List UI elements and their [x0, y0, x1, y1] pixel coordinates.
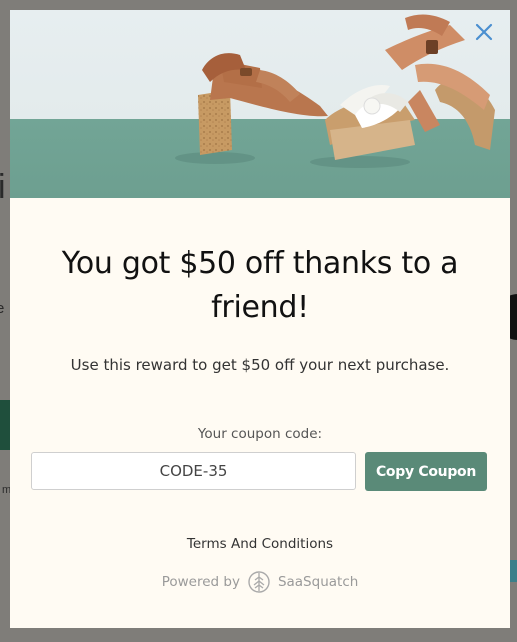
coupon-label: Your coupon code: [197, 426, 323, 442]
modal-title: You got $50 off thanks to a friend! [61, 246, 459, 325]
referral-modal: You got $50 off thanks to a friend! Use … [10, 10, 510, 628]
copy-coupon-button[interactable]: Copy Coupon [365, 452, 487, 491]
coupon-code-field[interactable]: CODE-35 [31, 452, 356, 490]
powered-by-label: Powered by [161, 574, 240, 590]
background-text-fragment: e [0, 300, 5, 317]
powered-by[interactable]: Powered by SaaSquatch [10, 570, 510, 594]
modal-content: You got $50 off thanks to a friend! Use … [10, 242, 510, 594]
modal-subtitle: Use this reward to get $50 off your next… [70, 356, 450, 374]
background-text-fragment: i [0, 168, 6, 206]
hero-image [10, 10, 510, 198]
saasquatch-logo-icon [248, 571, 270, 593]
background-strip [509, 560, 517, 582]
terms-and-conditions-link[interactable]: Terms And Conditions [10, 536, 510, 552]
coupon-row: CODE-35 Copy Coupon [31, 452, 510, 491]
close-button[interactable] [472, 20, 496, 44]
sandals-illustration [175, 14, 495, 168]
close-icon [475, 23, 493, 41]
powered-by-brand: SaaSquatch [277, 574, 359, 590]
